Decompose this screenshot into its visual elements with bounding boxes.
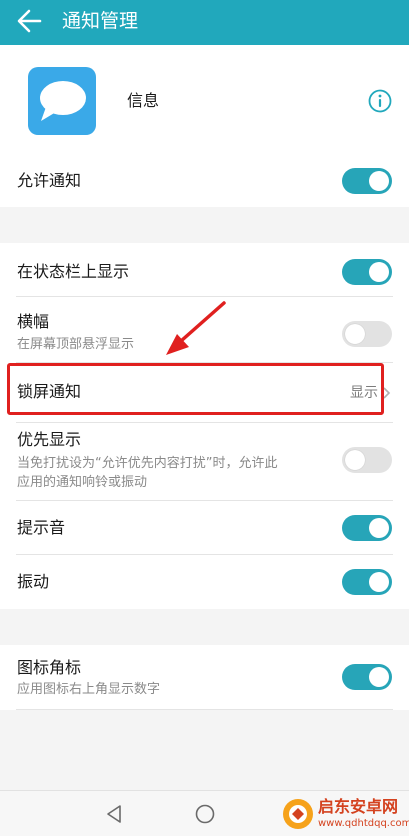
app-header: 通知管理	[0, 0, 409, 45]
allow-section: 允许通知	[0, 155, 409, 207]
vibrate-row[interactable]: 振动	[0, 555, 409, 609]
toggle-knob	[369, 667, 389, 687]
info-icon[interactable]	[368, 89, 392, 113]
toggle-knob	[369, 171, 389, 191]
app-info-card: 信息	[0, 45, 409, 155]
detail-section: 在状态栏上显示 横幅 在屏幕顶部悬浮显示 锁屏通知 显示 优先显示 当免打扰设为…	[0, 243, 409, 609]
allow-notifications-toggle[interactable]	[342, 168, 392, 194]
banner-label: 横幅	[17, 312, 50, 331]
toggle-knob	[369, 262, 389, 282]
badge-row[interactable]: 图标角标 应用图标右上角显示数字	[0, 645, 409, 710]
banner-row[interactable]: 横幅 在屏幕顶部悬浮显示	[0, 297, 409, 363]
highlight-box	[7, 363, 384, 415]
sound-label: 提示音	[17, 518, 66, 537]
toggle-knob	[345, 324, 365, 344]
watermark-url: www.qdhtdqq.com	[318, 818, 409, 829]
badge-toggle[interactable]	[342, 664, 392, 690]
status-bar-toggle[interactable]	[342, 259, 392, 285]
badge-label: 图标角标	[17, 658, 82, 677]
nav-home-icon[interactable]	[194, 803, 216, 825]
back-arrow-icon[interactable]	[12, 6, 46, 36]
watermark-title: 启东安卓网	[318, 797, 399, 816]
priority-sublabel-line2: 应用的通知响铃或振动	[17, 475, 148, 490]
status-bar-label: 在状态栏上显示	[17, 262, 130, 281]
watermark: 启东安卓网 www.qdhtdqq.com	[282, 796, 409, 834]
priority-row[interactable]: 优先显示 当免打扰设为“允许优先内容打扰”时，允许此 应用的通知响铃或振动	[0, 423, 409, 501]
status-bar-row[interactable]: 在状态栏上显示	[0, 243, 409, 297]
badge-section: 图标角标 应用图标右上角显示数字	[0, 645, 409, 710]
banner-sublabel: 在屏幕顶部悬浮显示	[17, 337, 135, 352]
toggle-knob	[369, 518, 389, 538]
vibrate-toggle[interactable]	[342, 569, 392, 595]
priority-toggle[interactable]	[342, 447, 392, 473]
app-name: 信息	[127, 91, 160, 110]
messages-app-icon	[28, 67, 96, 135]
watermark-logo-icon	[283, 799, 313, 829]
priority-sublabel-line1: 当免打扰设为“允许优先内容打扰”时，允许此	[17, 456, 278, 471]
allow-notifications-row[interactable]: 允许通知	[0, 155, 409, 207]
page-title: 通知管理	[62, 10, 139, 32]
toggle-knob	[369, 572, 389, 592]
allow-notifications-label: 允许通知	[17, 171, 82, 190]
nav-back-icon[interactable]	[104, 803, 124, 825]
toggle-knob	[345, 450, 365, 470]
sound-row[interactable]: 提示音	[0, 501, 409, 555]
vibrate-label: 振动	[17, 572, 50, 591]
badge-sublabel: 应用图标右上角显示数字	[17, 682, 161, 697]
divider	[16, 709, 393, 710]
priority-label: 优先显示	[17, 430, 82, 449]
sound-toggle[interactable]	[342, 515, 392, 541]
banner-toggle[interactable]	[342, 321, 392, 347]
